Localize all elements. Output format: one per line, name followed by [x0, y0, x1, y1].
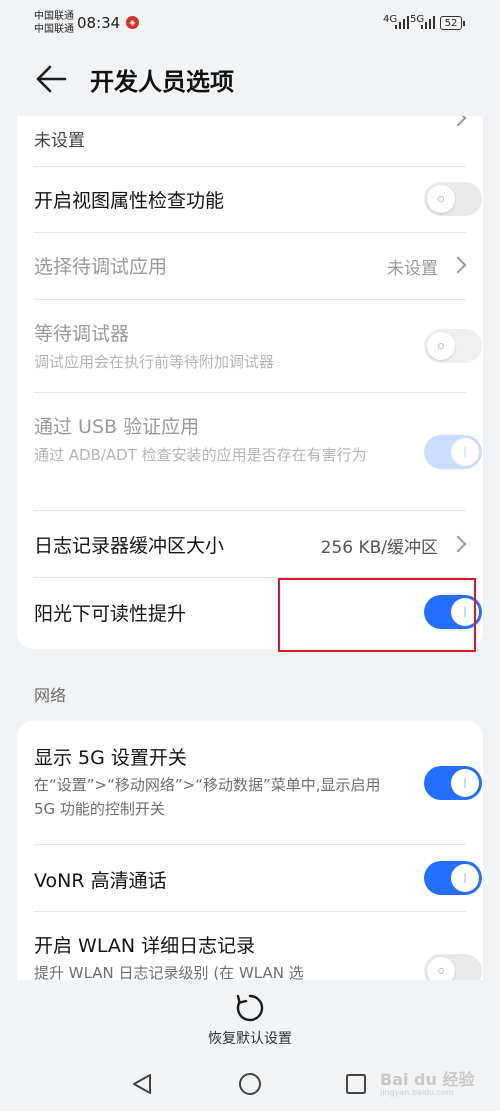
show-5g-toggle[interactable] [424, 766, 482, 800]
nav-back-icon[interactable] [131, 1072, 153, 1096]
carrier-2: 中国联通 [34, 24, 74, 35]
settings-row-view-attr-check[interactable]: 开启视图属性检查功能 [34, 166, 482, 233]
row-title: 开启视图属性检查功能 [34, 190, 225, 212]
row-subtitle: 在“设置”>“移动网络”>“移动数据”菜单中,显示启用 5G 功能的控制开关 [34, 776, 381, 818]
nav-home-icon[interactable] [238, 1072, 262, 1096]
settings-row-wlan-log[interactable]: 开启 WLAN 详细日志记录 提升 WLAN 日志记录级别 (在 WLAN 选 [34, 911, 482, 991]
row-value: 256 KB/缓冲区 [320, 538, 438, 558]
page-title: 开发人员选项 [90, 68, 234, 96]
reset-defaults-button[interactable]: 恢复默认设置 [0, 1028, 500, 1048]
row-title: 阳光下可读性提升 [34, 603, 187, 625]
vonr-toggle[interactable] [424, 861, 482, 895]
status-bar: 中国联通 中国联通 08:34 ◈ 4G 5G 52 [0, 0, 500, 46]
reset-icon[interactable] [234, 992, 266, 1024]
section-header-network: 网络 [34, 686, 67, 705]
signal-strength-icon [394, 15, 410, 29]
network-card: 显示 5G 设置开关 在“设置”>“移动网络”>“移动数据”菜单中,显示启用 5… [17, 721, 483, 991]
battery-icon: 52 [440, 16, 465, 30]
chevron-right-icon [449, 116, 467, 127]
carrier-1: 中国联通 [34, 11, 74, 22]
chevron-right-icon [449, 256, 467, 274]
row-title: 开启 WLAN 详细日志记录 [34, 935, 256, 957]
back-arrow-icon[interactable] [34, 64, 68, 94]
settings-row-vonr[interactable]: VoNR 高清通话 [34, 844, 482, 912]
row-title: 通过 USB 验证应用 [34, 416, 200, 438]
clock: 08:34 [77, 14, 121, 32]
settings-row-truncated[interactable]: 未设置 [34, 116, 467, 167]
watermark: Bai du 经验 jingyan.baidu.com [380, 1070, 475, 1097]
system-nav-bar: Bai du 经验 jingyan.baidu.com [0, 1058, 500, 1111]
row-title: 日志记录器缓冲区大小 [34, 535, 225, 557]
row-value-label: 未设置 [34, 131, 85, 151]
settings-row-log-buffer[interactable]: 日志记录器缓冲区大小 256 KB/缓冲区 [34, 510, 467, 578]
app-header: 开发人员选项 [0, 46, 500, 116]
chevron-right-icon [449, 535, 467, 553]
carrier-names: 中国联通 中国联通 [34, 10, 74, 36]
settings-row-wait-debugger[interactable]: 等待调试器 调试应用会在执行前等待附加调试器 [34, 299, 482, 393]
app-notification-icon: ◈ [126, 16, 139, 29]
settings-row-debug-app[interactable]: 选择待调试应用 未设置 [34, 232, 467, 300]
row-value: 未设置 [387, 259, 438, 279]
settings-card: 未设置 开启视图属性检查功能 选择待调试应用 未设置 等待调试器 调试应用会在执… [17, 116, 483, 649]
usb-verify-toggle[interactable] [424, 435, 482, 469]
highlight-box [278, 578, 476, 652]
row-subtitle: 通过 ADB/ADT 检查安装的应用是否存在有害行为 [34, 446, 367, 464]
row-title: 等待调试器 [34, 323, 130, 345]
row-title: 显示 5G 设置开关 [34, 747, 187, 769]
view-attr-check-toggle[interactable] [424, 182, 482, 216]
wait-debugger-toggle[interactable] [424, 329, 482, 363]
signal-strength-icon [420, 15, 436, 29]
row-title: 选择待调试应用 [34, 256, 168, 278]
settings-row-usb-verify[interactable]: 通过 USB 验证应用 通过 ADB/ADT 检查安装的应用是否存在有害行为 [34, 392, 482, 511]
row-title: VoNR 高清通话 [34, 870, 167, 892]
settings-row-show-5g[interactable]: 显示 5G 设置开关 在“设置”>“移动网络”>“移动数据”菜单中,显示启用 5… [34, 721, 482, 845]
nav-recents-icon[interactable] [345, 1073, 367, 1095]
row-subtitle: 调试应用会在执行前等待附加调试器 [34, 353, 275, 371]
